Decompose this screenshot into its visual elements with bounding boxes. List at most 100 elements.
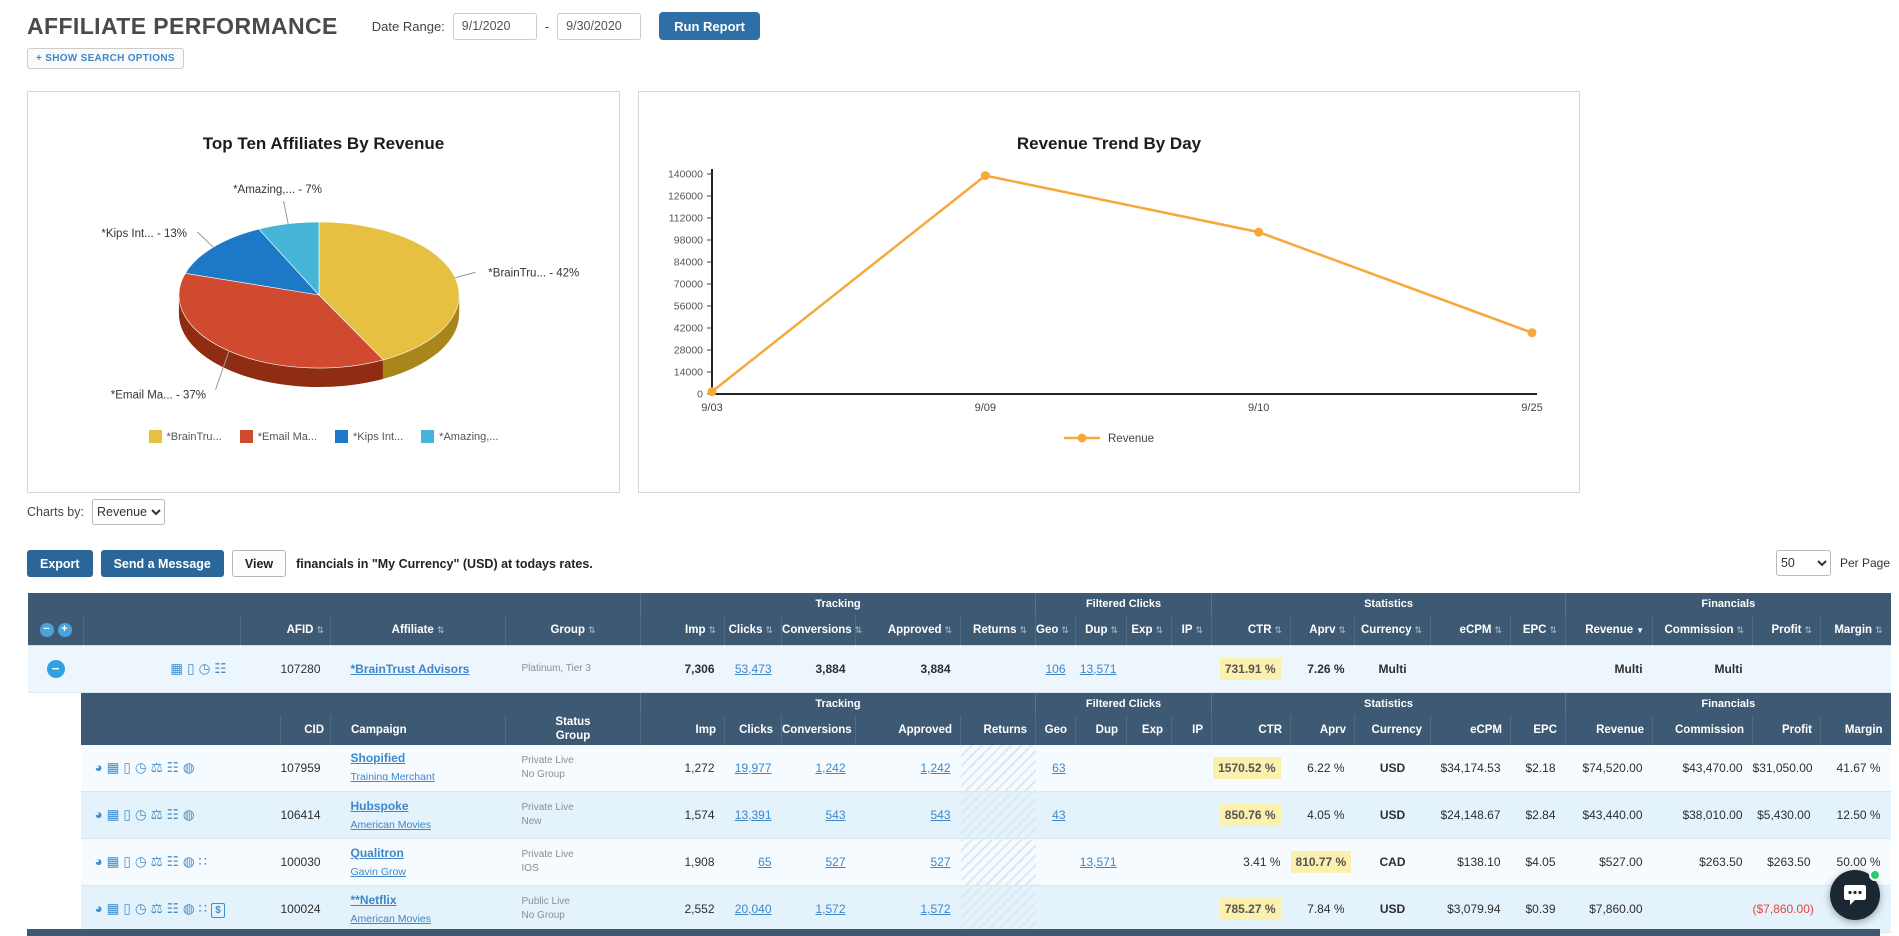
scales-icon[interactable]: ⚖ (151, 901, 163, 917)
send-message-button[interactable]: Send a Message (101, 550, 224, 577)
col-header-ecpm[interactable]: eCPM⇅ (1431, 615, 1511, 645)
sort-icon: ⇅ (1110, 625, 1118, 635)
col-header-exp[interactable]: Exp⇅ (1127, 615, 1172, 645)
campaign-brand-link[interactable]: American Movies (351, 819, 432, 831)
mobile-icon[interactable]: ▯ (123, 807, 130, 823)
col-header-profit[interactable]: Profit⇅ (1753, 615, 1821, 645)
col-header-affiliate[interactable]: Affiliate⇅ (331, 615, 506, 645)
footprints-icon[interactable]: ∷ (199, 854, 208, 870)
col-header-aprv[interactable]: Aprv⇅ (1291, 615, 1355, 645)
globe-icon[interactable]: ◍ (183, 760, 195, 776)
col-header-ip[interactable]: IP⇅ (1172, 615, 1212, 645)
clock-icon[interactable]: ◷ (135, 807, 147, 823)
globe-icon[interactable]: ◍ (183, 901, 195, 917)
col-header-currency[interactable]: Currency⇅ (1355, 615, 1431, 645)
col-header-epc[interactable]: EPC⇅ (1511, 615, 1566, 645)
scales-icon[interactable]: ⚖ (151, 807, 163, 823)
conversions-link[interactable]: 1,572 (815, 902, 845, 916)
dup-link[interactable]: 13,571 (1080, 662, 1117, 676)
view-button[interactable]: View (232, 550, 286, 577)
approved-link[interactable]: 543 (930, 808, 950, 822)
clock-icon[interactable]: ◷ (135, 901, 147, 917)
conversions-link[interactable]: 527 (825, 855, 845, 869)
per-page-select[interactable]: 50 (1776, 550, 1831, 576)
geo-link[interactable]: 106 (1046, 662, 1066, 676)
dup-link[interactable]: 13,571 (1080, 855, 1117, 869)
col-header-returns[interactable]: Returns⇅ (961, 615, 1036, 645)
col-header-dup[interactable]: Dup⇅ (1076, 615, 1127, 645)
mobile-icon[interactable]: ▯ (187, 661, 194, 677)
mobile-icon[interactable]: ▯ (123, 854, 130, 870)
calendar-icon[interactable]: ▦ (107, 901, 120, 917)
col-header-ctr[interactable]: CTR⇅ (1212, 615, 1291, 645)
legend-item: *Kips Int... (335, 430, 403, 443)
footprints-icon[interactable]: ∷ (199, 901, 208, 917)
clicks-link[interactable]: 13,391 (735, 808, 772, 822)
calendar-icon[interactable]: ▦ (107, 760, 120, 776)
calendar-icon[interactable]: ▦ (170, 661, 183, 677)
pie-chart-icon[interactable]: ◕ (95, 760, 103, 775)
clock-icon[interactable]: ◷ (135, 854, 147, 870)
sitemap-icon[interactable]: ☷ (167, 901, 179, 917)
campaign-link[interactable]: Shopified (351, 751, 406, 765)
campaign-link[interactable]: Hubspoke (351, 799, 409, 813)
campaign-brand-link[interactable]: Gavin Grow (351, 866, 406, 878)
col-header-afid[interactable]: AFID⇅ (241, 615, 331, 645)
clicks-link[interactable]: 53,473 (735, 662, 772, 676)
col-header-imp[interactable]: Imp⇅ (641, 615, 725, 645)
col-header-group[interactable]: Group⇅ (506, 615, 641, 645)
pie-chart-icon[interactable]: ◕ (95, 807, 103, 822)
conversions-link[interactable]: 1,242 (815, 761, 845, 775)
expand-all-button[interactable]: + (58, 623, 72, 637)
calendar-icon[interactable]: ▦ (107, 854, 120, 870)
sitemap-icon[interactable]: ☷ (167, 760, 179, 776)
pie-chart-icon[interactable]: ◕ (95, 854, 103, 869)
clock-icon[interactable]: ◷ (199, 661, 211, 677)
conversions-link[interactable]: 543 (825, 808, 845, 822)
campaign-link[interactable]: **Netflix (351, 893, 397, 907)
approved-link[interactable]: 1,572 (920, 902, 950, 916)
calendar-icon[interactable]: ▦ (107, 807, 120, 823)
chat-widget-button[interactable] (1830, 870, 1880, 920)
campaign-link[interactable]: Qualitron (351, 846, 404, 860)
mobile-icon[interactable]: ▯ (123, 760, 130, 776)
campaign-brand-link[interactable]: Training Merchant (351, 771, 435, 783)
run-report-button[interactable]: Run Report (659, 12, 760, 40)
col-header-conversions[interactable]: Conversions⇅ (782, 615, 856, 645)
dollar-box-icon[interactable]: $ (211, 903, 225, 918)
affiliate-link[interactable]: *BrainTrust Advisors (351, 662, 470, 676)
scales-icon[interactable]: ⚖ (151, 760, 163, 776)
col-header-clicks[interactable]: Clicks⇅ (725, 615, 782, 645)
date-to-input[interactable] (557, 13, 641, 40)
date-from-input[interactable] (453, 13, 537, 40)
collapse-affiliate-button[interactable]: − (47, 660, 65, 678)
per-page-label: Per Page (1840, 556, 1890, 570)
scales-icon[interactable]: ⚖ (151, 854, 163, 870)
campaign-brand-link[interactable]: American Movies (351, 913, 432, 925)
globe-icon[interactable]: ◍ (183, 807, 195, 823)
charts-by-select[interactable]: Revenue (92, 499, 165, 525)
collapse-all-button[interactable]: − (40, 623, 54, 637)
col-header-commission[interactable]: Commission⇅ (1653, 615, 1753, 645)
clicks-link[interactable]: 20,040 (735, 902, 772, 916)
show-search-options-button[interactable]: + SHOW SEARCH OPTIONS (27, 48, 184, 69)
col-header-approved[interactable]: Approved⇅ (856, 615, 961, 645)
col-header-revenue[interactable]: Revenue▼ (1566, 615, 1653, 645)
approved-link[interactable]: 1,242 (920, 761, 950, 775)
geo-link[interactable]: 43 (1052, 808, 1065, 822)
col-header-geo[interactable]: Geo⇅ (1036, 615, 1076, 645)
cell-ip (1172, 745, 1212, 792)
mobile-icon[interactable]: ▯ (123, 901, 130, 917)
sitemap-icon[interactable]: ☷ (214, 661, 226, 677)
approved-link[interactable]: 527 (930, 855, 950, 869)
sitemap-icon[interactable]: ☷ (167, 854, 179, 870)
clicks-link[interactable]: 19,977 (735, 761, 772, 775)
export-button[interactable]: Export (27, 550, 93, 577)
geo-link[interactable]: 63 (1052, 761, 1065, 775)
sitemap-icon[interactable]: ☷ (167, 807, 179, 823)
clock-icon[interactable]: ◷ (135, 760, 147, 776)
clicks-link[interactable]: 65 (758, 855, 771, 869)
pie-chart-icon[interactable]: ◕ (95, 901, 103, 916)
globe-icon[interactable]: ◍ (183, 854, 195, 870)
col-header-margin[interactable]: Margin⇅ (1821, 615, 1891, 645)
